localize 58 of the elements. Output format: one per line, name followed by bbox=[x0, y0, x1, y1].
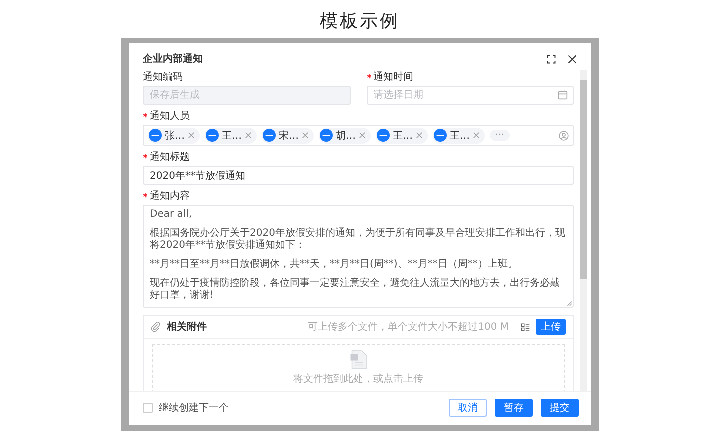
person-name: 王… bbox=[393, 130, 413, 142]
person-chip[interactable]: 王… bbox=[376, 128, 428, 144]
person-name: 胡… bbox=[336, 130, 356, 142]
remove-icon[interactable] bbox=[416, 132, 423, 139]
title-field[interactable]: 2020年**节放假通知 bbox=[143, 166, 574, 185]
remove-icon[interactable] bbox=[245, 132, 252, 139]
person-chip[interactable]: 胡… bbox=[319, 128, 371, 144]
person-chip[interactable]: 王… bbox=[433, 128, 485, 144]
date-field[interactable]: 请选择日期 bbox=[366, 86, 574, 105]
field-label: 通知标题 bbox=[150, 150, 190, 164]
content-paragraph: 现在仍处于疫情防控阶段，各位同事一定要注意安全，避免往人流量大的地方去，出行务必戴好口罩，谢谢! bbox=[150, 278, 561, 302]
content-paragraph: 根据国务院办公厅关于2020年放假安排的通知，为便于所有同事及早合理安排工作和出行，现将2020年**节放假安排通知如下： bbox=[150, 228, 566, 252]
person-chip[interactable]: 王… bbox=[205, 128, 257, 144]
attachment-hint: 可上传多个文件，单个文件大小不超过100 M bbox=[308, 320, 509, 334]
content-paragraph: **月**日至**月**日放假调休，共**天，**月**日(周**)、**月**日（周**）上班。 bbox=[150, 259, 519, 271]
code-field: 保存后生成 bbox=[143, 86, 350, 105]
drop-hint: 将文件拖到此处，或点击上传 bbox=[294, 372, 424, 386]
calendar-icon bbox=[558, 90, 568, 100]
remove-icon[interactable] bbox=[302, 132, 309, 139]
field-label: 通知内容 bbox=[150, 190, 190, 202]
upload-button[interactable]: 上传 bbox=[536, 319, 566, 335]
scrollbar[interactable] bbox=[580, 70, 587, 391]
attachment-title: 相关附件 bbox=[167, 320, 208, 334]
page-title: 模板示例 bbox=[320, 10, 400, 33]
checkbox-label: 继续创建下一个 bbox=[159, 402, 229, 415]
avatar-icon bbox=[320, 129, 333, 142]
footer-button[interactable]: 提交 bbox=[541, 399, 579, 417]
remove-icon[interactable] bbox=[188, 132, 195, 139]
close-icon[interactable] bbox=[568, 54, 577, 64]
footer-button[interactable]: 取消 bbox=[449, 399, 487, 417]
list-view-icon[interactable] bbox=[521, 322, 530, 332]
content-paragraph: Dear all, bbox=[150, 209, 194, 221]
dialog-title: 企业内部通知 bbox=[143, 52, 204, 66]
content-field[interactable]: Dear all, 根据国务院办公厅关于2020年放假安排的通知，为便于所有同事及早合理安排工作和出行，现将2020年**节放假安排通知如下： **月**日至**月**日放假调休，共**天，**月**日(周**)、**月**日（周**）上班。 现在仍处于疫情防控阶段，各位同事一定要注意安全，避免往人流量大的地方去，出行务必戴好口罩，谢谢! bbox=[143, 205, 574, 308]
paperclip-icon bbox=[151, 322, 161, 332]
avatar-icon bbox=[434, 129, 447, 142]
field-label: 通知编码 bbox=[143, 70, 183, 84]
person-chip[interactable]: 宋… bbox=[262, 128, 314, 144]
avatar-icon bbox=[149, 129, 162, 142]
people-field[interactable]: 张… 王… 宋… 胡… 王… 王… ··· bbox=[143, 125, 574, 146]
fullscreen-icon[interactable] bbox=[547, 54, 556, 64]
person-name: 王… bbox=[450, 130, 470, 142]
person-name: 宋… bbox=[279, 130, 299, 142]
person-chip[interactable]: 张… bbox=[148, 128, 200, 144]
user-icon[interactable] bbox=[559, 130, 569, 140]
checkbox[interactable] bbox=[143, 403, 153, 413]
remove-icon[interactable] bbox=[473, 132, 480, 139]
file-icon bbox=[350, 350, 368, 370]
person-name: 王… bbox=[222, 130, 242, 142]
person-name: 张… bbox=[165, 130, 185, 142]
field-label: 通知人员 bbox=[150, 110, 190, 122]
avatar-icon bbox=[377, 129, 390, 142]
footer-button[interactable]: 暂存 bbox=[495, 399, 533, 417]
avatar-icon bbox=[263, 129, 276, 142]
avatar-icon bbox=[206, 129, 219, 142]
remove-icon[interactable] bbox=[359, 132, 366, 139]
resize-handle-icon[interactable] bbox=[567, 301, 572, 306]
field-label: 通知时间 bbox=[374, 70, 414, 84]
